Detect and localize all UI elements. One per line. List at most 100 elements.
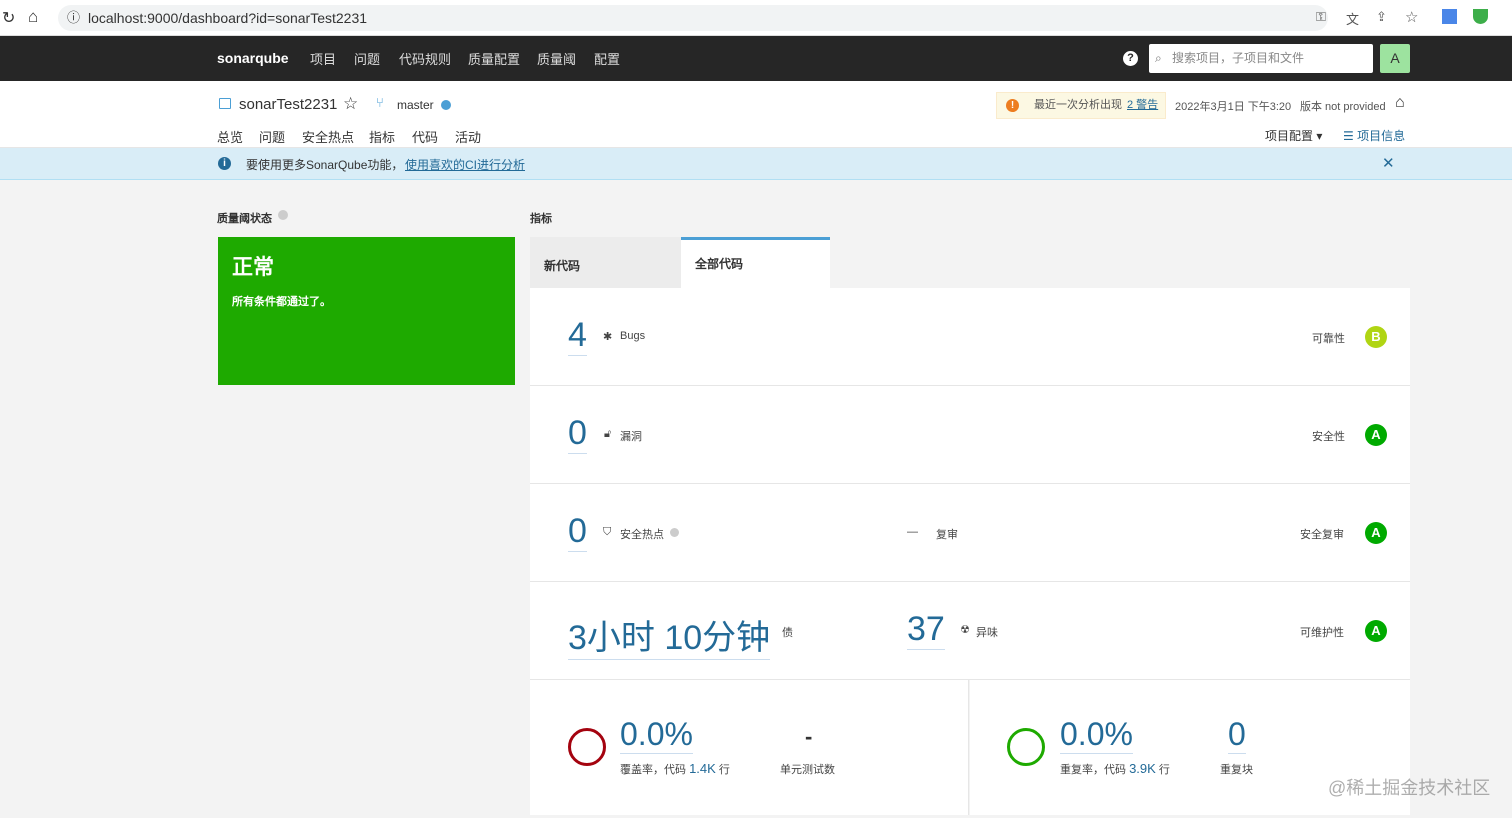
google-translate-extension-icon[interactable]	[1442, 9, 1457, 24]
watermark: @稀土掘金技术社区	[1328, 778, 1491, 798]
maintainability-label: 可维护性	[1300, 627, 1344, 639]
unit-tests-value: -	[805, 724, 813, 749]
browser-toolbar: ↻ ⌂ ⓘ localhost:9000/dashboard?id=sonarTe…	[0, 0, 1512, 36]
warning-link[interactable]: 2 警告	[1127, 93, 1158, 118]
project-icon	[219, 98, 231, 109]
bug-icon: ✱	[603, 331, 613, 343]
code-smells-value[interactable]: 37	[907, 610, 945, 650]
vulnerabilities-row: 0 🔓︎ 漏洞 安全性 A	[530, 386, 1410, 484]
project-config-dropdown[interactable]: 项目配置 ▾	[1265, 127, 1322, 144]
avatar[interactable]: A	[1380, 44, 1410, 73]
review-label: 复审	[936, 529, 958, 541]
hotspots-row: 0 ⛉ 安全热点 — 复审 安全复审 A	[530, 484, 1410, 582]
tab-activity[interactable]: 活动	[455, 127, 481, 146]
unit-tests-label: 单元测试数	[780, 764, 835, 776]
share-icon[interactable]: ⇪	[1376, 9, 1387, 25]
metrics-panel: 新代码 全部代码 4 ✱ Bugs 可靠性 B 0 🔓︎ 漏洞 安全性 A 0 …	[530, 237, 1410, 815]
vulnerabilities-label: 漏洞	[620, 431, 642, 443]
duplication-lines-link[interactable]: 3.9K	[1129, 761, 1156, 776]
duplicated-blocks-label: 重复块	[1220, 764, 1253, 776]
branch-icon: ⑂	[376, 95, 384, 110]
reliability-rating[interactable]: B	[1365, 326, 1387, 348]
maintainability-row: 3小时 10分钟 债 37 ☢ 异味 可维护性 A	[530, 582, 1410, 680]
key-icon[interactable]: ⚿	[1316, 9, 1326, 25]
coverage-cell: 0.0% 覆盖率，代码 1.4K 行 - 单元测试数	[530, 680, 969, 815]
reload-icon[interactable]: ↻	[2, 8, 15, 28]
help-icon[interactable]	[670, 528, 679, 537]
coverage-lines-link[interactable]: 1.4K	[689, 761, 716, 776]
nav-quality-gates[interactable]: 质量阈	[537, 49, 576, 68]
version: 版本 not provided	[1300, 101, 1386, 113]
coverage-value[interactable]: 0.0%	[620, 716, 693, 754]
hotspots-label: 安全热点	[620, 529, 664, 541]
bugs-row: 4 ✱ Bugs 可靠性 B	[530, 288, 1410, 386]
security-review-rating[interactable]: A	[1365, 522, 1387, 544]
metrics-heading: 指标	[530, 213, 552, 225]
nav-rules[interactable]: 代码规则	[399, 49, 451, 68]
security-label: 安全性	[1312, 431, 1345, 443]
translate-icon[interactable]: 文	[1346, 9, 1359, 28]
nav-administration[interactable]: 配置	[594, 49, 620, 68]
reliability-label: 可靠性	[1312, 333, 1345, 345]
analysis-date: 2022年3月1日 下午3:20	[1175, 101, 1292, 113]
tab-issues[interactable]: 问题	[259, 127, 285, 146]
security-rating[interactable]: A	[1365, 424, 1387, 446]
maintainability-rating[interactable]: A	[1365, 620, 1387, 642]
caret-down-icon: ▾	[1316, 129, 1323, 143]
quality-gate-message: 所有条件都通过了。	[232, 296, 331, 308]
project-config-label: 项目配置	[1265, 129, 1314, 143]
code-smells-label: 异味	[976, 627, 998, 639]
coverage-label-text: 覆盖率，代码	[620, 764, 686, 776]
tab-hotspots[interactable]: 安全热点	[302, 127, 354, 146]
duplication-value[interactable]: 0.0%	[1060, 716, 1133, 754]
debt-label: 债	[782, 627, 793, 639]
tab-code[interactable]: 代码	[412, 127, 438, 146]
search-input[interactable]: ⌕ 搜索项目，子项目和文件	[1149, 44, 1373, 73]
banner-text: 要使用更多SonarQube功能，	[246, 158, 404, 172]
debt-value[interactable]: 3小时 10分钟	[568, 610, 771, 660]
nav-issues[interactable]: 问题	[354, 49, 380, 68]
vulnerabilities-value[interactable]: 0	[568, 414, 587, 454]
list-icon: ☰	[1343, 129, 1354, 143]
bugs-label: Bugs	[620, 330, 646, 342]
info-icon: i	[218, 157, 231, 170]
shield-icon: ⛉	[603, 526, 612, 538]
warning-text: 最近一次分析出现	[1034, 99, 1122, 111]
project-name[interactable]: sonarTest2231	[239, 96, 337, 113]
lines-suffix: 行	[1158, 764, 1170, 776]
tab-overall-code[interactable]: 全部代码	[681, 237, 830, 288]
hotspots-value[interactable]: 0	[568, 512, 587, 552]
project-info-button[interactable]: ☰ 项目信息	[1343, 127, 1405, 144]
bugs-value[interactable]: 4	[568, 316, 587, 356]
warning-icon: !	[1006, 99, 1019, 112]
branch-add-icon[interactable]	[441, 100, 451, 110]
search-icon: ⌕	[1155, 51, 1162, 65]
project-header: sonarTest2231 ☆ ⑂ master ! 最近一次分析出现 2 警告…	[0, 81, 1512, 152]
review-value: —	[907, 526, 918, 538]
home-icon[interactable]: ⌂	[1395, 94, 1405, 112]
info-banner: i 要使用更多SonarQube功能， 使用喜欢的CI进行分析 ✕	[0, 148, 1512, 180]
branch-name[interactable]: master	[397, 98, 434, 112]
duplication-label-text: 重复率，代码	[1060, 764, 1126, 776]
home-icon[interactable]: ⌂	[28, 7, 38, 27]
quality-gate-heading: 质量阈状态	[217, 213, 272, 225]
quality-gate-status-text: 正常	[232, 256, 274, 279]
duplication-label: 重复率，代码 3.9K 行	[1060, 761, 1170, 777]
project-info-label: 项目信息	[1357, 129, 1406, 143]
nav-projects[interactable]: 项目	[310, 49, 336, 68]
search-placeholder: 搜索项目，子项目和文件	[1172, 51, 1305, 65]
duplicated-blocks-value[interactable]: 0	[1228, 716, 1246, 754]
close-icon[interactable]: ✕	[1382, 154, 1395, 172]
shield-extension-icon[interactable]	[1473, 9, 1488, 24]
tab-new-code[interactable]: 新代码	[530, 237, 681, 288]
banner-link[interactable]: 使用喜欢的CI进行分析	[405, 156, 525, 173]
bookmark-star-icon[interactable]: ☆	[1405, 8, 1418, 26]
favorite-star-icon[interactable]: ☆	[343, 94, 358, 114]
tab-measures[interactable]: 指标	[369, 127, 395, 146]
help-icon[interactable]	[278, 210, 288, 220]
coverage-donut	[568, 728, 606, 766]
help-icon[interactable]: ?	[1123, 51, 1138, 66]
url-bar[interactable]: ⓘ localhost:9000/dashboard?id=sonarTest22…	[58, 5, 1328, 31]
sonarqube-logo[interactable]: sonarqube	[217, 50, 289, 66]
nav-quality-profiles[interactable]: 质量配置	[468, 49, 520, 68]
